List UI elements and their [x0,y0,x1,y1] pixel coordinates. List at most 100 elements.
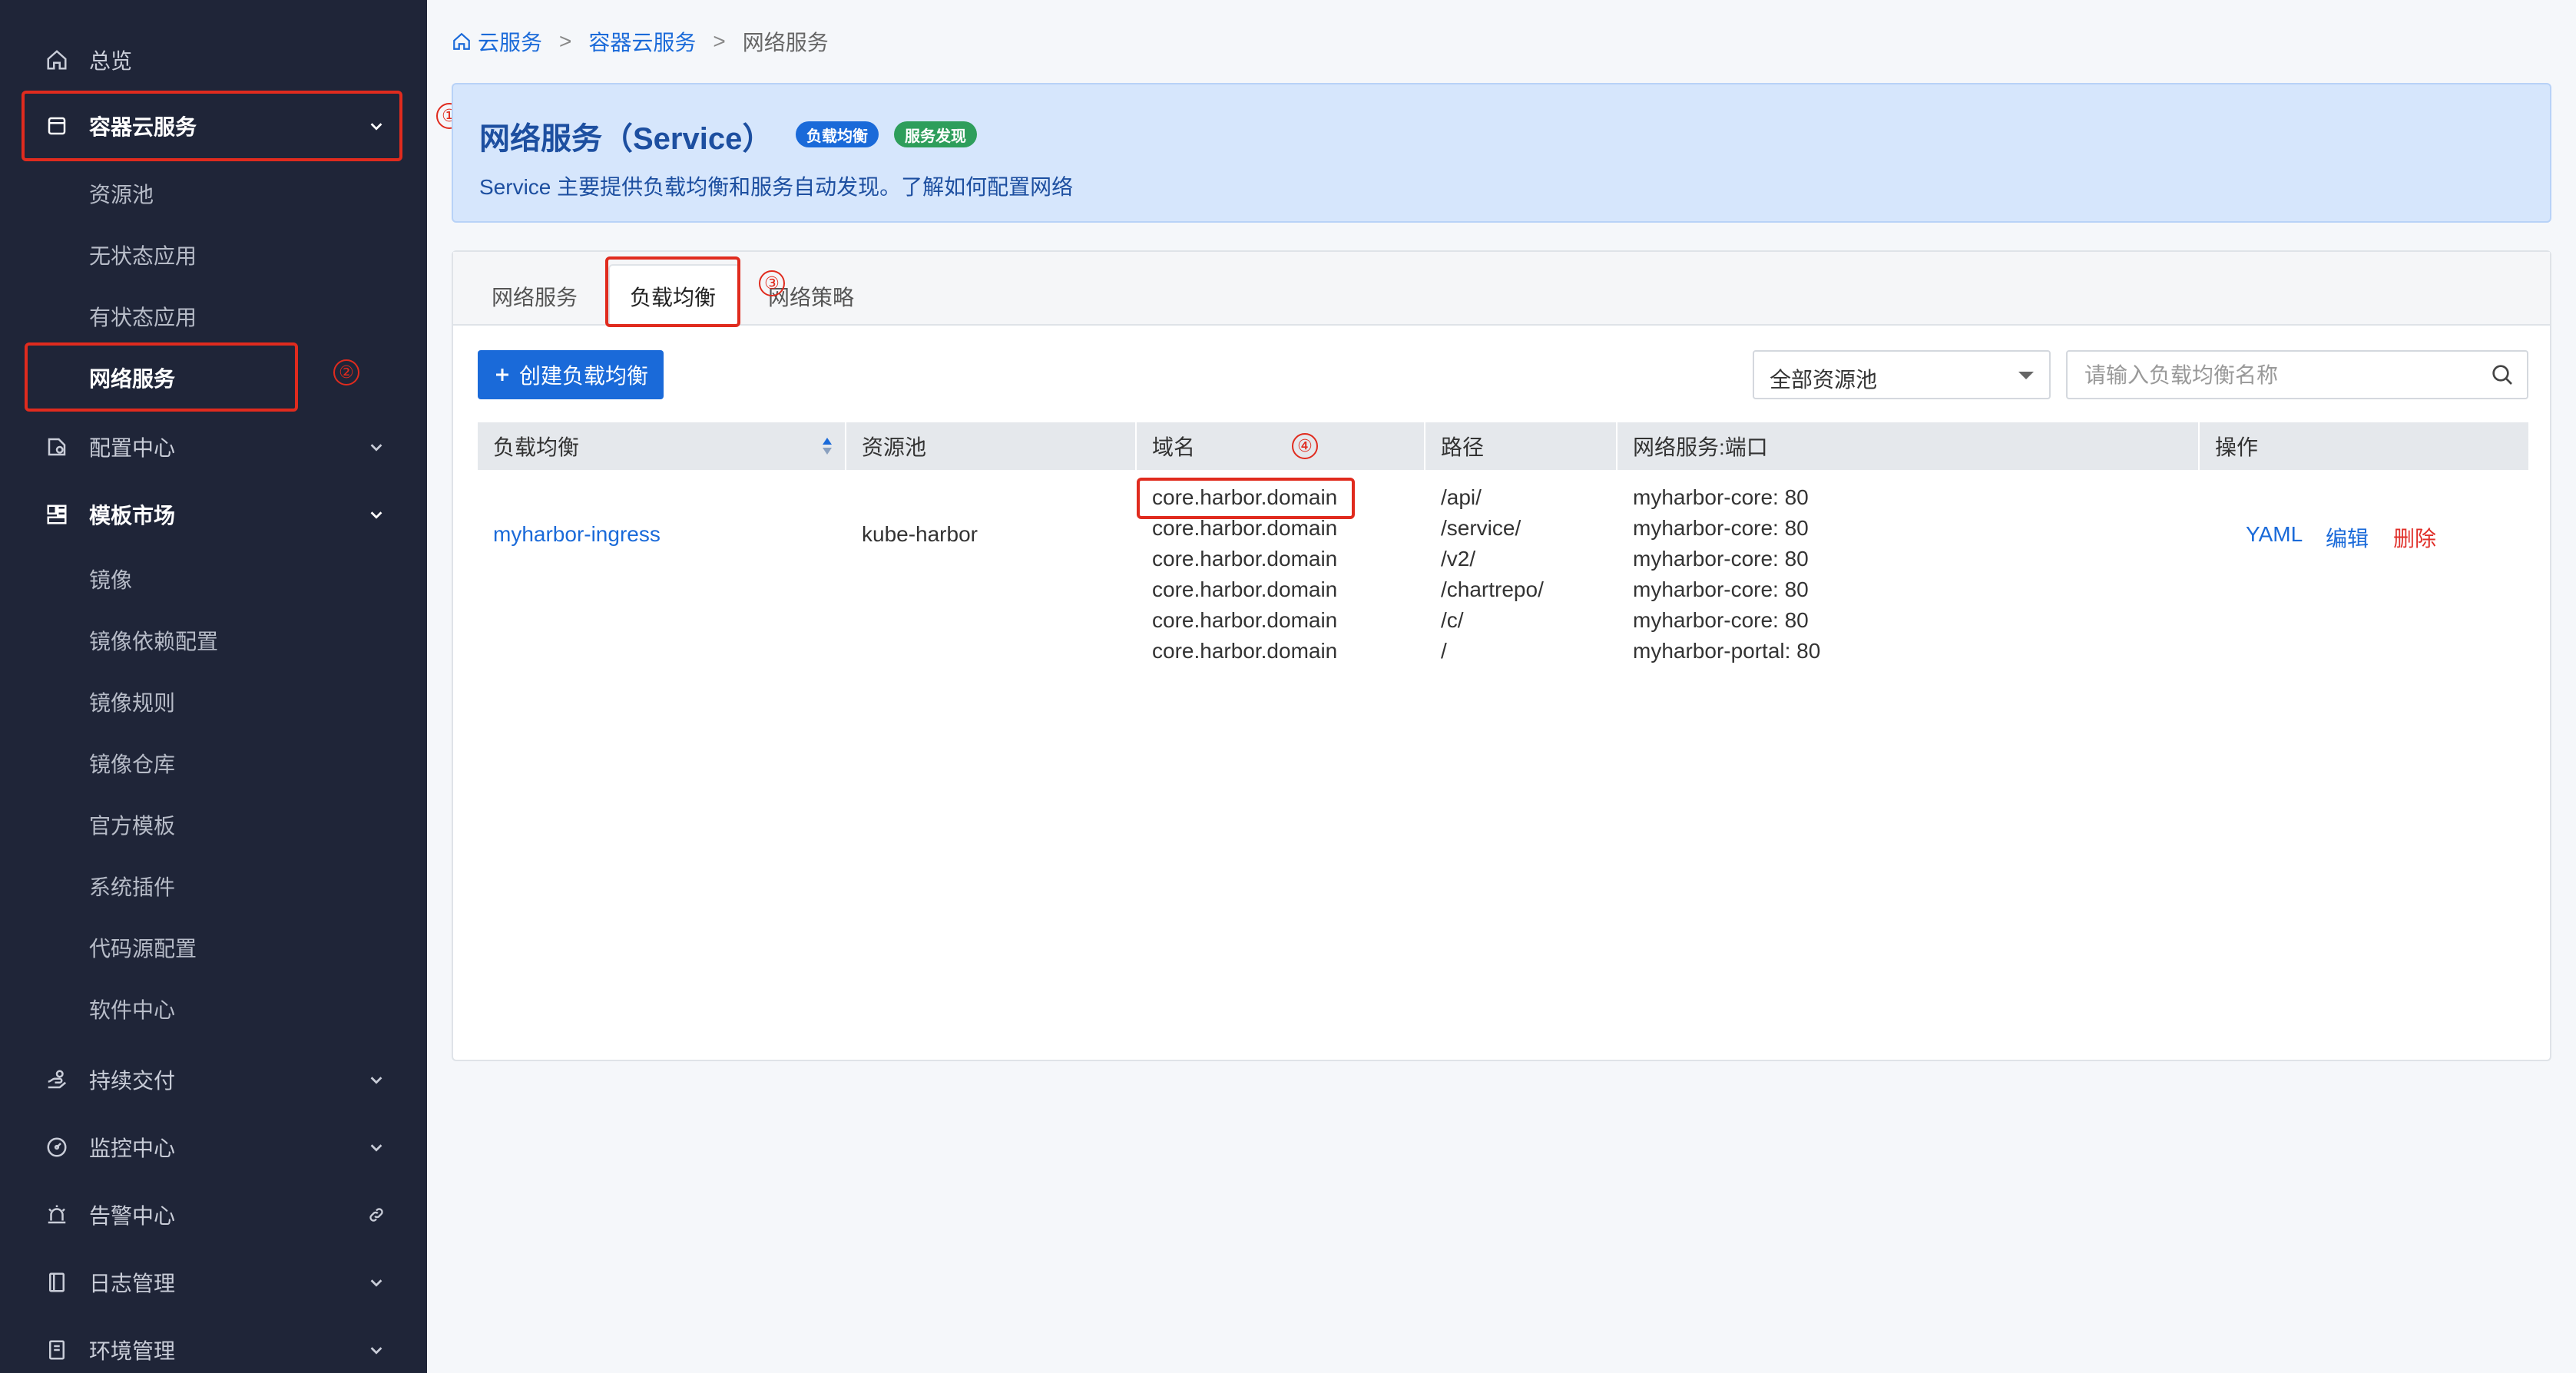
service-port-cell: myharbor-core: 80 myharbor-core: 80 myha… [1633,482,1820,667]
sidebar-subitem-pool[interactable]: 资源池 [0,178,427,209]
sidebar: 总览 容器云服务 ① 资源池 无状态应用 有状态应用 网络服务 ② 配置中心 模… [0,0,462,1373]
search-input[interactable] [2083,359,2470,392]
service-port-value: myharbor-core: 80 [1633,485,1809,509]
breadcrumb-separator: > [713,29,726,53]
column-header-service-port: 网络服务:端口 [1617,422,2200,470]
create-load-balance-button[interactable]: 创建负载均衡 [478,350,664,399]
sidebar-subitem-image-dependency[interactable]: 镜像依赖配置 [0,625,427,656]
delete-link[interactable]: 删除 [2393,522,2436,553]
plus-icon [495,369,508,381]
sidebar-subitem-stateless[interactable]: 无状态应用 [0,240,427,270]
banner-description: Service 主要提供负载均衡和服务自动发现。了解如何配置网络 [479,175,1074,199]
service-port-value: myharbor-core: 80 [1633,577,1809,601]
main-panel: 网络服务 负载均衡 网络策略 ③ 创建负载均衡 全部资源池 负载均衡 资源池 域… [452,250,2551,1061]
step-marker-4: ④ [1292,433,1318,459]
sidebar-item-label: 持续交付 [89,1069,176,1093]
pool-select-value: 全部资源池 [1770,368,1878,392]
sidebar-item-monitor[interactable]: 监控中心 [0,1132,427,1163]
path-cell: /api/ /service/ /v2/ /chartrepo/ /c/ / [1441,482,1544,667]
highlight-box-3 [605,256,740,327]
env-icon [43,1336,71,1364]
sidebar-subitem-stateful[interactable]: 有状态应用 [0,301,427,332]
info-banner: 网络服务（Service） 负载均衡 服务发现 Service 主要提供负载均衡… [452,83,2551,223]
log-icon [43,1269,71,1296]
template-icon [43,501,71,528]
path-value: /api/ [1441,485,1482,509]
pool-select[interactable]: 全部资源池 [1753,350,2051,399]
sidebar-subitem-image-rules[interactable]: 镜像规则 [0,686,427,717]
table-header: 负载均衡 资源池 域名 路径 网络服务:端口 操作 [478,422,2528,470]
sidebar-subitem-code-source[interactable]: 代码源配置 [0,932,427,963]
chevron-down-icon[interactable] [366,1272,387,1293]
sidebar-item-alarm[interactable]: 告警中心 [0,1199,427,1230]
path-value: /service/ [1441,516,1521,540]
breadcrumb-current: 网络服务 [742,31,829,55]
chevron-down-icon[interactable] [366,436,387,458]
path-value: / [1441,639,1447,663]
step-marker-3: ③ [759,270,785,296]
breadcrumb: 云服务 > 容器云服务 > 网络服务 [452,26,829,57]
sidebar-item-label: 监控中心 [89,1136,176,1160]
alarm-icon [43,1201,71,1229]
column-header-pool: 资源池 [846,422,1137,470]
sidebar-subitem-plugins[interactable]: 系统插件 [0,871,427,902]
edit-link[interactable]: 编辑 [2326,522,2369,553]
service-port-value: myharbor-core: 80 [1633,608,1809,632]
domain-value: core.harbor.domain [1152,547,1338,571]
sidebar-item-template-market[interactable]: 模板市场 [0,499,427,530]
chevron-down-icon[interactable] [366,504,387,525]
badge-service-discovery: 服务发现 [894,121,977,147]
column-header-load-balance[interactable]: 负载均衡 [478,422,846,470]
path-value: /c/ [1441,608,1464,632]
sidebar-item-label: 配置中心 [89,436,176,460]
sidebar-item-log[interactable]: 日志管理 [0,1267,427,1298]
monitor-icon [43,1133,71,1161]
badge-load-balance: 负载均衡 [796,121,879,147]
sidebar-subitem-image[interactable]: 镜像 [0,564,427,594]
sort-icon[interactable] [822,436,833,456]
caret-down-icon [2018,372,2034,379]
chevron-down-icon[interactable] [366,1136,387,1158]
delivery-icon [43,1066,71,1093]
yaml-link[interactable]: YAML [2246,522,2303,547]
path-value: /v2/ [1441,547,1476,571]
highlight-box-4 [1137,478,1355,519]
create-button-label: 创建负载均衡 [518,364,648,388]
sidebar-item-label: 总览 [89,49,133,73]
sidebar-item-label: 环境管理 [89,1339,176,1363]
column-header-domain: 域名 [1137,422,1425,470]
home-icon [43,46,71,74]
sidebar-item-overview[interactable]: 总览 [0,45,427,75]
service-port-value: myharbor-portal: 80 [1633,639,1821,663]
tab-network-service[interactable]: 网络服务 [492,281,578,312]
sidebar-item-config[interactable]: 配置中心 [0,432,427,462]
sidebar-subitem-software-center[interactable]: 软件中心 [0,994,427,1024]
highlight-box-2 [25,342,298,412]
step-marker-2: ② [333,359,359,385]
sidebar-subitem-image-repo[interactable]: 镜像仓库 [0,748,427,779]
sidebar-item-label: 告警中心 [89,1204,176,1228]
link-icon[interactable] [366,1204,387,1226]
breadcrumb-container-cloud[interactable]: 容器云服务 [588,26,696,57]
chevron-down-icon[interactable] [366,1339,387,1361]
breadcrumb-cloud-service[interactable]: 云服务 [478,26,542,57]
column-header-path: 路径 [1425,422,1617,470]
sidebar-item-delivery[interactable]: 持续交付 [0,1064,427,1095]
domain-value: core.harbor.domain [1152,608,1338,632]
domain-value: core.harbor.domain [1152,639,1338,663]
domain-value: core.harbor.domain [1152,577,1338,601]
sidebar-subitem-official-template[interactable]: 官方模板 [0,809,427,840]
service-port-value: myharbor-core: 80 [1633,547,1809,571]
search-icon[interactable] [2490,362,2515,392]
column-header-actions: 操作 [2215,435,2259,459]
path-value: /chartrepo/ [1441,577,1544,601]
sidebar-item-label: 模板市场 [89,504,176,528]
chevron-down-icon[interactable] [366,1069,387,1090]
pool-cell: kube-harbor [862,522,978,546]
sidebar-item-env[interactable]: 环境管理 [0,1335,427,1365]
page-title: 网络服务（Service） [479,122,773,156]
load-balance-name-link[interactable]: myharbor-ingress [493,522,661,547]
service-port-value: myharbor-core: 80 [1633,516,1809,540]
breadcrumb-separator: > [559,29,572,53]
config-icon [43,433,71,461]
